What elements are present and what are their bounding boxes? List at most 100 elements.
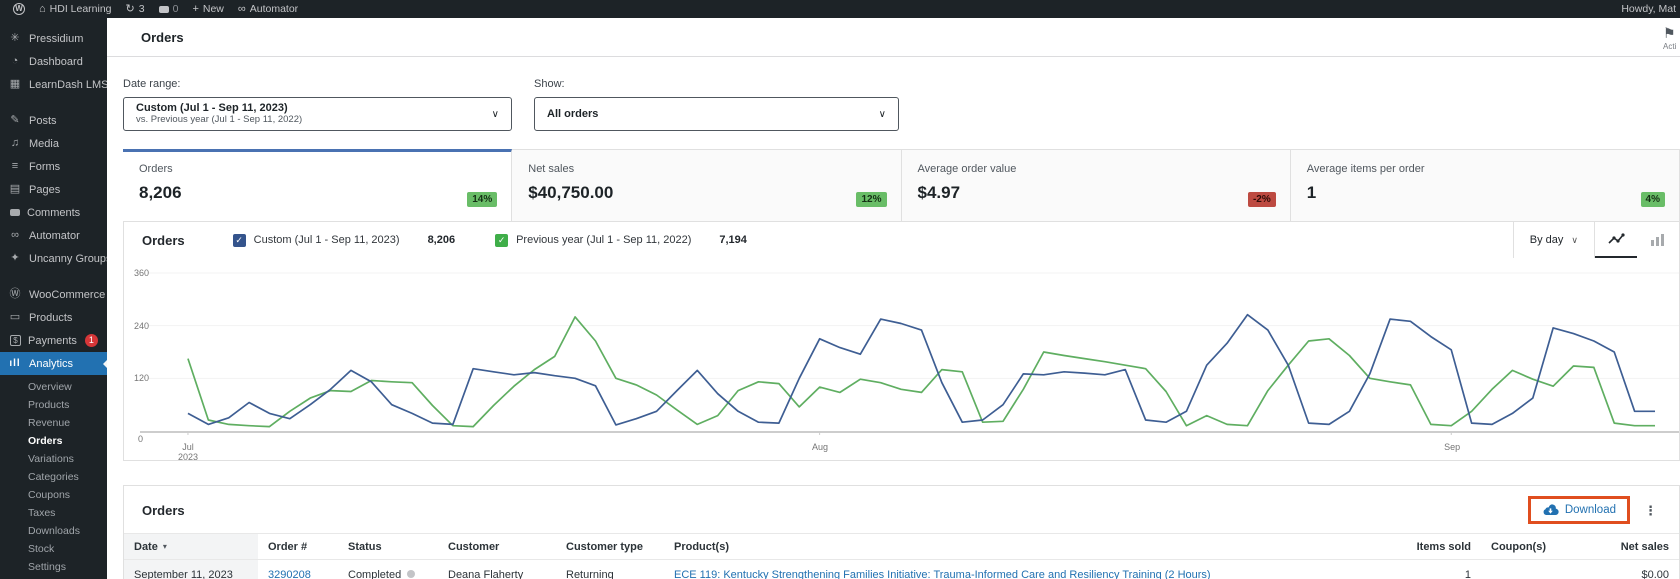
sidebar-item-dashboard[interactable]: ◔ Dashboard xyxy=(0,50,107,73)
stat-card-average-order-value[interactable]: Average order value $4.97 -2% xyxy=(902,149,1291,222)
date-range-select[interactable]: Custom (Jul 1 - Sep 11, 2023) vs. Previo… xyxy=(123,97,512,131)
date-range-label: Date range: xyxy=(123,78,512,90)
stat-card-orders[interactable]: Orders 8,206 14% xyxy=(123,149,512,222)
cell-customer: Deana Flaherty xyxy=(438,560,556,579)
updates-menu[interactable]: ↻ 3 xyxy=(119,0,152,18)
comments-menu[interactable]: 0 xyxy=(152,0,186,18)
sidebar-item-learndash[interactable]: ▦ LearnDash LMS xyxy=(0,73,107,96)
sidebar-sub-overview[interactable]: Overview xyxy=(0,378,107,396)
table-menu-kebab-icon[interactable]: ⋮ xyxy=(1644,504,1657,517)
legend-item-custom[interactable]: ✓ Custom (Jul 1 - Sep 11, 2023) 8,206 xyxy=(233,234,455,247)
cell-items-sold: 1 xyxy=(1391,560,1481,579)
orders-chart-svg xyxy=(124,264,1679,436)
x-axis-tick-label: Jul2023 xyxy=(178,442,198,462)
sidebar-sub-coupons[interactable]: Coupons xyxy=(0,486,107,504)
sidebar-sub-taxes[interactable]: Taxes xyxy=(0,504,107,522)
change-badge: 12% xyxy=(856,192,886,207)
stat-label: Orders xyxy=(139,163,495,175)
comments-count: 0 xyxy=(173,3,179,15)
sidebar-item-comments[interactable]: Comments xyxy=(0,201,107,224)
sidebar-sub-settings[interactable]: Settings xyxy=(0,558,107,576)
column-items-sold[interactable]: Items sold xyxy=(1391,534,1481,559)
howdy-account-menu[interactable]: Howdy, Mat xyxy=(1621,3,1680,15)
comments-icon xyxy=(10,209,20,216)
sidebar-sub-products[interactable]: Products xyxy=(0,396,107,414)
column-net-sales[interactable]: Net sales xyxy=(1569,534,1679,559)
stat-card-net-sales[interactable]: Net sales $40,750.00 12% xyxy=(512,149,901,222)
stat-value: $4.97 xyxy=(918,183,1274,203)
stat-label: Net sales xyxy=(528,163,884,175)
sidebar-item-payments[interactable]: $ Payments 1 xyxy=(0,329,107,352)
stat-card-average-items-per-order[interactable]: Average items per order 1 4% xyxy=(1291,149,1680,222)
sidebar-item-products[interactable]: ▭ Products xyxy=(0,306,107,329)
sidebar-item-pressidium[interactable]: ✳ Pressidium xyxy=(0,27,107,50)
legend-item-previous-year[interactable]: ✓ Previous year (Jul 1 - Sep 11, 2022) 7… xyxy=(495,234,747,247)
sidebar-sub-downloads[interactable]: Downloads xyxy=(0,522,107,540)
sidebar-item-automator[interactable]: ∞ Automator xyxy=(0,224,107,247)
page-title: Orders xyxy=(141,30,184,45)
summary-stats: Orders 8,206 14% Net sales $40,750.00 12… xyxy=(123,149,1680,222)
interval-select[interactable]: By day ∨ xyxy=(1514,222,1594,258)
column-customer[interactable]: Customer xyxy=(438,534,556,559)
admin-sidebar: ✳ Pressidium ◔ Dashboard ▦ LearnDash LMS xyxy=(0,18,107,579)
table-title: Orders xyxy=(142,503,185,518)
status-info-dot xyxy=(407,570,415,578)
sidebar-item-pages[interactable]: ▤ Pages xyxy=(0,178,107,201)
forms-icon: ≡ xyxy=(8,161,22,172)
order-number-link[interactable]: 3290208 xyxy=(268,569,311,579)
sidebar-item-analytics[interactable]: ıll Analytics xyxy=(0,352,107,375)
table-header-row: Date ▾ Order # Status xyxy=(124,533,1679,560)
site-name: HDI Learning xyxy=(50,3,112,15)
orders-chart-panel: Orders ✓ Custom (Jul 1 - Sep 11, 2023) 8… xyxy=(123,222,1680,461)
sidebar-item-forms[interactable]: ≡ Forms xyxy=(0,155,107,178)
posts-icon: ✎ xyxy=(8,115,22,126)
line-chart-icon xyxy=(1608,233,1625,245)
section-gap xyxy=(107,461,1680,485)
orders-table-panel: Orders Download ⋮ xyxy=(123,485,1680,579)
sidebar-sub-revenue[interactable]: Revenue xyxy=(0,414,107,432)
cell-customer-type: Returning xyxy=(556,560,664,579)
sidebar-item-media[interactable]: ♫ Media xyxy=(0,132,107,155)
y-axis-tick-label: 240 xyxy=(134,321,149,331)
automator-menu[interactable]: ∞ Automator xyxy=(231,0,305,18)
sidebar-item-posts[interactable]: ✎ Posts xyxy=(0,109,107,132)
main-content: ⚑ Acti Orders Date range: Custom (Jul 1 … xyxy=(107,18,1680,579)
column-customer-type[interactable]: Customer type xyxy=(556,534,664,559)
stat-label: Average order value xyxy=(918,163,1274,175)
x-axis-tick-label: Aug xyxy=(812,442,828,452)
bar-chart-icon xyxy=(1651,234,1665,246)
wp-logo-menu[interactable]: W xyxy=(6,0,32,18)
chevron-down-icon: ∨ xyxy=(1571,235,1578,246)
column-date[interactable]: Date ▾ xyxy=(124,534,258,559)
column-status[interactable]: Status xyxy=(338,534,438,559)
column-products[interactable]: Product(s) xyxy=(664,534,1391,559)
updates-icon: ↻ xyxy=(126,4,135,15)
cell-products: ECE 119: Kentucky Strengthening Families… xyxy=(664,560,1391,579)
sidebar-item-uncanny-groups[interactable]: ✦ Uncanny Groups xyxy=(0,247,107,270)
download-button[interactable]: Download xyxy=(1542,504,1616,516)
sidebar-sub-variations[interactable]: Variations xyxy=(0,450,107,468)
column-coupons[interactable]: Coupon(s) xyxy=(1481,534,1569,559)
show-select[interactable]: All orders ∨ xyxy=(534,97,899,131)
column-order-number[interactable]: Order # xyxy=(258,534,338,559)
stat-value: $40,750.00 xyxy=(528,183,884,203)
payments-count-badge: 1 xyxy=(85,334,98,347)
woocommerce-icon: Ⓦ xyxy=(8,289,22,300)
bar-chart-toggle[interactable] xyxy=(1637,222,1679,258)
sidebar-sub-stock[interactable]: Stock xyxy=(0,540,107,558)
new-content-menu[interactable]: + New xyxy=(185,0,230,18)
change-badge: 14% xyxy=(467,192,497,207)
legend-checkbox[interactable]: ✓ xyxy=(495,234,508,247)
legend-checkbox[interactable]: ✓ xyxy=(233,234,246,247)
line-chart-toggle[interactable] xyxy=(1595,222,1637,258)
show-label: Show: xyxy=(534,78,899,90)
sidebar-sub-categories[interactable]: Categories xyxy=(0,468,107,486)
sidebar-sub-orders[interactable]: Orders xyxy=(0,432,107,450)
stat-label: Average items per order xyxy=(1307,163,1663,175)
sidebar-item-woocommerce[interactable]: Ⓦ WooCommerce xyxy=(0,283,107,306)
product-link[interactable]: ECE 119: Kentucky Strengthening Families… xyxy=(674,569,1211,579)
download-highlight: Download xyxy=(1528,496,1630,524)
activity-panel-button[interactable]: ⚑ Acti xyxy=(1663,25,1680,51)
site-name-menu[interactable]: ⌂ HDI Learning xyxy=(32,0,119,18)
media-icon: ♫ xyxy=(8,138,22,149)
